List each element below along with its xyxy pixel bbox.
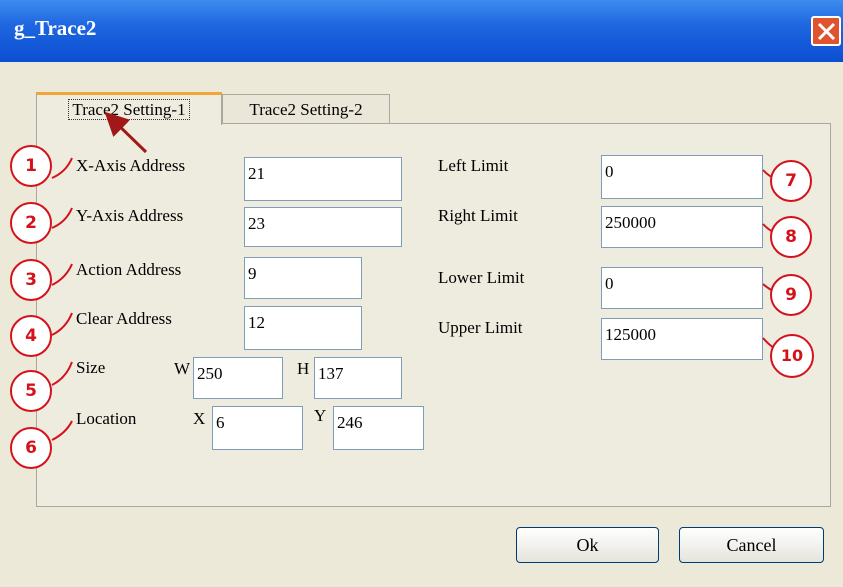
callout-7: 7 <box>770 160 812 202</box>
callout-5: 5 <box>10 370 52 412</box>
callout-1: 1 <box>10 145 52 187</box>
callout-3: 3 <box>10 259 52 301</box>
callout-leaders <box>51 111 792 441</box>
cancel-button[interactable]: Cancel <box>679 527 824 563</box>
callout-2: 2 <box>10 202 52 244</box>
callout-8: 8 <box>770 216 812 258</box>
callout-10: 10 <box>770 334 814 378</box>
tab-pointer-arrow <box>104 111 148 154</box>
callout-9: 9 <box>770 274 812 316</box>
callout-4: 4 <box>10 315 52 357</box>
ok-button[interactable]: Ok <box>516 527 659 563</box>
callout-6: 6 <box>10 427 52 469</box>
